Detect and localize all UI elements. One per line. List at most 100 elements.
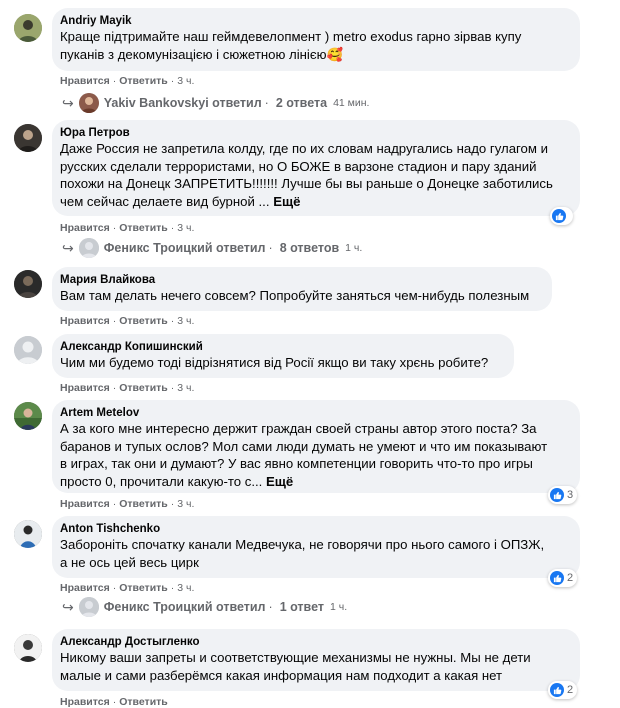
comment-text: Чим ми будемо тоді відрізнятися від Росі… <box>60 354 502 372</box>
like-link[interactable]: Нравится <box>60 222 110 234</box>
reactions-count: 2 <box>567 684 574 696</box>
comment-bubble: Александр Достыгленко Никому ваши запрет… <box>52 629 580 691</box>
reply-arrow-icon: ↪ <box>62 599 74 615</box>
comment-line: похожи на Донецк ЗАПРЕТИТЬ!!!!!!! Лучше … <box>60 176 553 191</box>
comment-line: Краще підтримайте наш геймдевелопмент ) … <box>60 29 522 44</box>
like-icon <box>550 571 564 585</box>
avatar <box>78 93 99 113</box>
replies-link[interactable]: ↪ Феникс Троицкий ответил · 1 ответ 1 ч. <box>62 595 347 619</box>
reply-author: Феникс Троицкий ответил <box>103 241 266 255</box>
avatar[interactable] <box>14 402 42 430</box>
comment-author[interactable]: Александр Копишинский <box>60 340 502 354</box>
reply-count: 2 ответа <box>275 96 328 110</box>
like-link[interactable]: Нравится <box>60 75 110 87</box>
reply-author: Yakiv Bankovskyi ответил <box>103 96 262 110</box>
replies-link[interactable]: ↪ Феникс Троицкий ответил · 8 ответов 1 … <box>62 236 362 260</box>
separator: · <box>112 696 117 708</box>
reactions-badge[interactable]: 2 <box>548 681 578 699</box>
comment-text: Забороніть спочатку канали Медвечука, не… <box>60 536 568 571</box>
comment-line: русских сделали террористами, но О БОЖЕ … <box>60 158 537 174</box>
comment-bubble: Andriy Mayik Краще підтримайте наш геймд… <box>52 8 580 71</box>
comment-text: Вам там делать нечего совсем? Попробуйте… <box>60 287 540 305</box>
comment-line: чем сейчас делаете вид бурной ... <box>60 193 270 209</box>
reply-arrow-icon: ↪ <box>62 240 74 256</box>
separator: · <box>268 600 273 614</box>
reactions-count: 2 <box>567 572 574 584</box>
comment-bubble: Мария Влайкова Вам там делать нечего сов… <box>52 267 552 311</box>
reply-arrow-icon: ↪ <box>62 95 74 111</box>
comment-time[interactable]: 3 ч. <box>177 75 194 87</box>
reactions-badge[interactable] <box>550 207 573 225</box>
comment-actions: Нравится · Ответить · 3 ч. <box>60 382 194 394</box>
reply-link[interactable]: Ответить <box>119 696 168 708</box>
comment-author[interactable]: Юра Петров <box>60 126 568 140</box>
comment-line: Чим ми будемо тоді відрізнятися від Росі… <box>60 355 489 370</box>
comment-time[interactable]: 3 ч. <box>177 498 194 510</box>
comment-author[interactable]: Anton Tishchenko <box>60 522 568 536</box>
comment-line: малые и сами разберёмся какая информация… <box>60 667 503 683</box>
comment-line: Забороніть спочатку канали Медвечука, не… <box>60 537 545 552</box>
comment-time[interactable]: 3 ч. <box>177 582 194 594</box>
comment-actions: Нравится · Ответить · 3 ч. <box>60 582 194 594</box>
like-link[interactable]: Нравится <box>60 582 110 594</box>
avatar[interactable] <box>14 336 42 364</box>
comment-line: в играх, так они и думают? У вас явно ко… <box>60 456 533 471</box>
reply-count: 1 ответ <box>279 600 324 614</box>
separator: · <box>112 582 117 594</box>
comment-bubble: Artem Metelov А за кого мне интересно де… <box>52 400 580 493</box>
comment-text: Даже Россия не запретила колду, где по и… <box>60 140 568 210</box>
comment-line: Никому ваши запреты и соответствующие ме… <box>60 650 531 665</box>
like-link[interactable]: Нравится <box>60 315 110 327</box>
replies-link[interactable]: ↪ Yakiv Bankovskyi ответил · 2 ответа 41… <box>62 91 369 115</box>
reactions-badge[interactable]: 2 <box>548 569 578 587</box>
comment-line: а не ось цей весь цирк <box>60 554 199 570</box>
like-icon <box>552 209 566 223</box>
reply-link[interactable]: Ответить <box>119 582 168 594</box>
separator: · <box>170 582 175 594</box>
comment-author[interactable]: Мария Влайкова <box>60 273 540 287</box>
comment-text: Никому ваши запреты и соответствующие ме… <box>60 649 568 684</box>
comment-time[interactable]: 3 ч. <box>177 315 194 327</box>
comment-bubble: Юра Петров Даже Россия не запретила колд… <box>52 120 580 216</box>
reactions-badge[interactable]: 3 <box>548 486 578 504</box>
comment-bubble: Александр Копишинский Чим ми будемо тоді… <box>52 334 514 378</box>
comment-line: Даже Россия не запретила колду, где по и… <box>60 141 548 156</box>
avatar[interactable] <box>14 270 42 298</box>
comment-time[interactable]: 3 ч. <box>177 222 194 234</box>
reactions-count: 3 <box>567 489 574 501</box>
like-link[interactable]: Нравится <box>60 382 110 394</box>
reply-link[interactable]: Ответить <box>119 498 168 510</box>
comment-time[interactable]: 3 ч. <box>177 382 194 394</box>
reply-link[interactable]: Ответить <box>119 75 168 87</box>
reply-time: 41 мин. <box>333 97 370 109</box>
comment-line: пуканів з декомунізацією і сюжетною ліні… <box>60 46 343 62</box>
comment-author[interactable]: Александр Достыгленко <box>60 635 568 649</box>
comment-bubble: Anton Tishchenko Забороніть спочатку кан… <box>52 516 580 578</box>
comment-actions: Нравится · Ответить · 3 ч. <box>60 75 194 87</box>
comment-text: А за кого мне интересно держит граждан с… <box>60 420 568 490</box>
separator: · <box>170 382 175 394</box>
like-icon <box>550 488 564 502</box>
reply-author: Феникс Троицкий ответил <box>103 600 266 614</box>
separator: · <box>112 75 117 87</box>
comment-author[interactable]: Andriy Mayik <box>60 14 568 28</box>
avatar[interactable] <box>14 124 42 152</box>
avatar[interactable] <box>14 14 42 42</box>
reply-link[interactable]: Ответить <box>119 222 168 234</box>
separator: · <box>264 96 269 110</box>
comment-actions: Нравится · Ответить · 3 ч. <box>60 498 194 510</box>
reply-link[interactable]: Ответить <box>119 382 168 394</box>
reply-link[interactable]: Ответить <box>119 315 168 327</box>
separator: · <box>170 222 175 234</box>
like-icon <box>550 683 564 697</box>
comment-author[interactable]: Artem Metelov <box>60 406 568 420</box>
avatar[interactable] <box>14 520 42 548</box>
see-more-link[interactable]: Ещё <box>273 194 300 209</box>
see-more-link[interactable]: Ещё <box>266 474 293 489</box>
comment-actions: Нравится · Ответить <box>60 696 168 708</box>
avatar[interactable] <box>14 634 42 662</box>
separator: · <box>170 75 175 87</box>
like-link[interactable]: Нравится <box>60 696 110 708</box>
like-link[interactable]: Нравится <box>60 498 110 510</box>
avatar <box>78 238 99 258</box>
